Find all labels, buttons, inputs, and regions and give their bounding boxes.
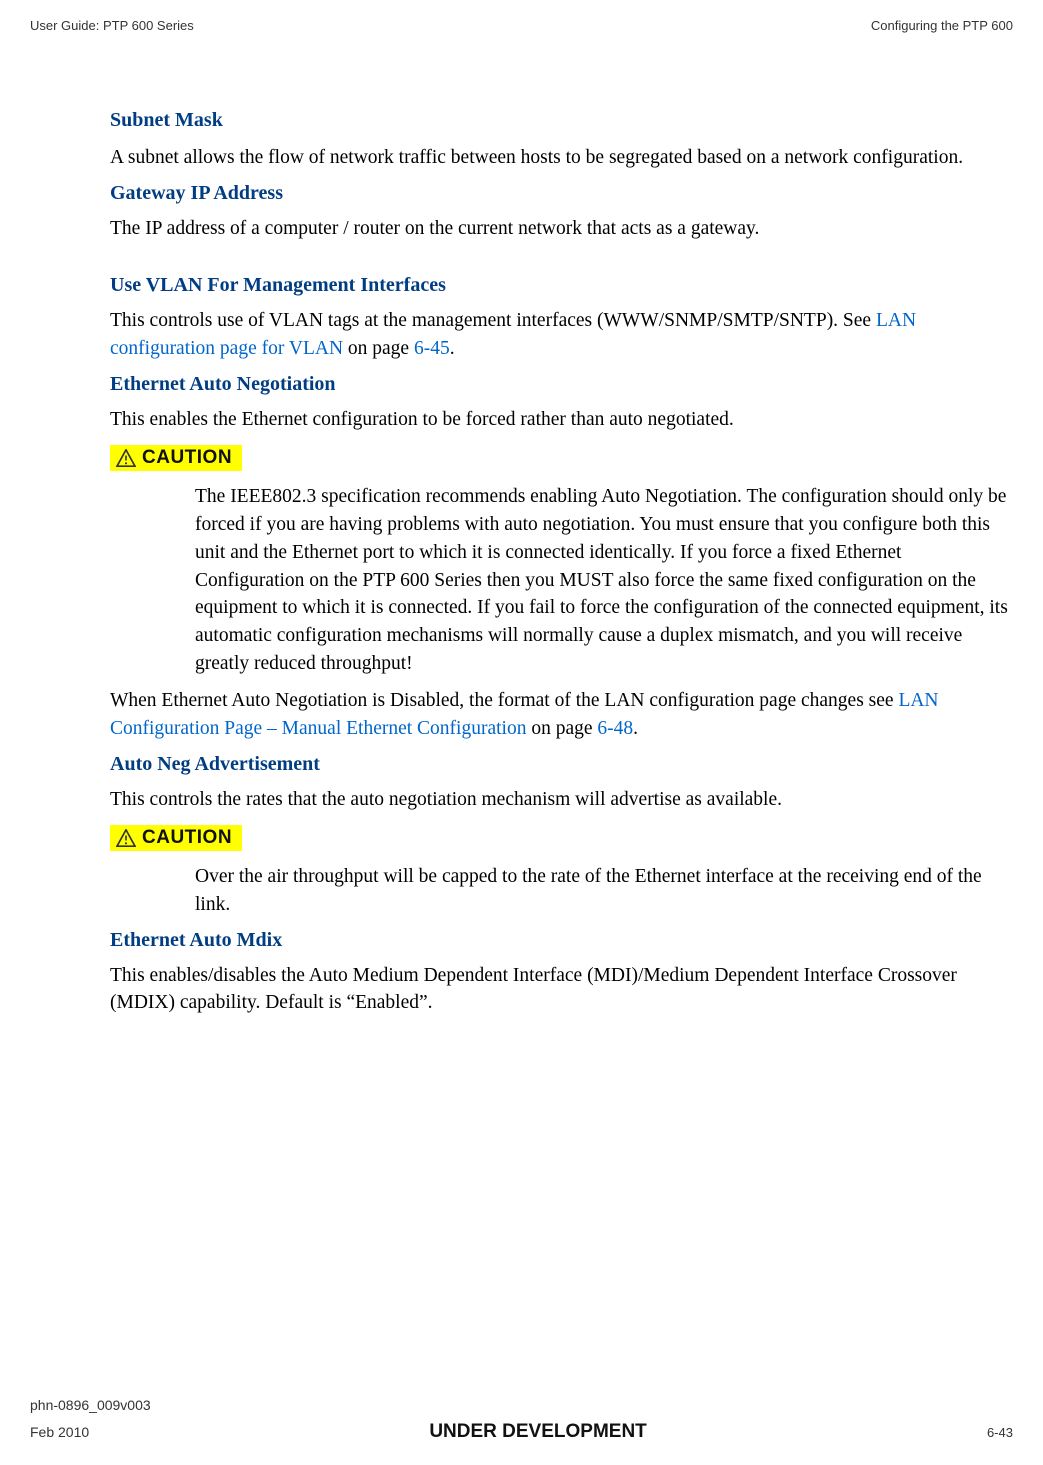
- auto-neg-adv-heading: Auto Neg Advertisement: [110, 753, 1015, 776]
- eth-auto-mdix-heading: Ethernet Auto Mdix: [110, 929, 1015, 952]
- header-right: Configuring the PTP 600: [871, 18, 1013, 33]
- footer-doc-id: phn-0896_009v003: [30, 1397, 1013, 1413]
- caution-triangle-icon: [116, 829, 136, 847]
- eth-after-page-link[interactable]: 6-48: [597, 718, 633, 739]
- subnet-mask-heading: Subnet Mask: [110, 109, 1015, 132]
- eth-auto-neg-body: This enables the Ethernet configuration …: [110, 406, 1015, 434]
- footer-page: 6-43: [987, 1425, 1013, 1440]
- vlan-body-mid: on page: [343, 338, 414, 359]
- vlan-body-pre: This controls use of VLAN tags at the ma…: [110, 310, 876, 331]
- eth-after-mid: on page: [526, 718, 597, 739]
- caution-triangle-icon: [116, 449, 136, 467]
- page-header: User Guide: PTP 600 Series Configuring t…: [30, 18, 1013, 33]
- eth-after-post: .: [633, 718, 638, 739]
- footer-status: UNDER DEVELOPMENT: [429, 1421, 646, 1443]
- vlan-body: This controls use of VLAN tags at the ma…: [110, 307, 1015, 362]
- vlan-body-post: .: [450, 338, 455, 359]
- eth-auto-mdix-body: This enables/disables the Auto Medium De…: [110, 962, 1015, 1017]
- eth-after-pre: When Ethernet Auto Negotiation is Disabl…: [110, 690, 898, 711]
- footer-row: Feb 2010 UNDER DEVELOPMENT 6-43: [30, 1421, 1013, 1443]
- page-footer: phn-0896_009v003 Feb 2010 UNDER DEVELOPM…: [30, 1397, 1013, 1443]
- auto-neg-adv-caution-body: Over the air throughput will be capped t…: [195, 863, 1015, 918]
- page-content: Subnet Mask A subnet allows the flow of …: [110, 105, 1015, 1027]
- caution-box-2: CAUTION: [110, 825, 242, 851]
- eth-auto-neg-heading: Ethernet Auto Negotiation: [110, 373, 1015, 396]
- footer-date: Feb 2010: [30, 1424, 89, 1440]
- subnet-mask-body: A subnet allows the flow of network traf…: [110, 144, 1015, 172]
- eth-auto-neg-after: When Ethernet Auto Negotiation is Disabl…: [110, 687, 1015, 742]
- caution-label: CAUTION: [142, 447, 232, 469]
- caution-box: CAUTION: [110, 445, 242, 471]
- caution-label-2: CAUTION: [142, 827, 232, 849]
- vlan-page-link[interactable]: 6-45: [414, 338, 450, 359]
- eth-auto-neg-caution-body: The IEEE802.3 specification recommends e…: [195, 483, 1015, 677]
- auto-neg-adv-body: This controls the rates that the auto ne…: [110, 786, 1015, 814]
- gateway-heading: Gateway IP Address: [110, 182, 1015, 205]
- vlan-heading: Use VLAN For Management Interfaces: [110, 274, 1015, 297]
- header-left: User Guide: PTP 600 Series: [30, 18, 194, 33]
- gateway-body: The IP address of a computer / router on…: [110, 215, 1015, 243]
